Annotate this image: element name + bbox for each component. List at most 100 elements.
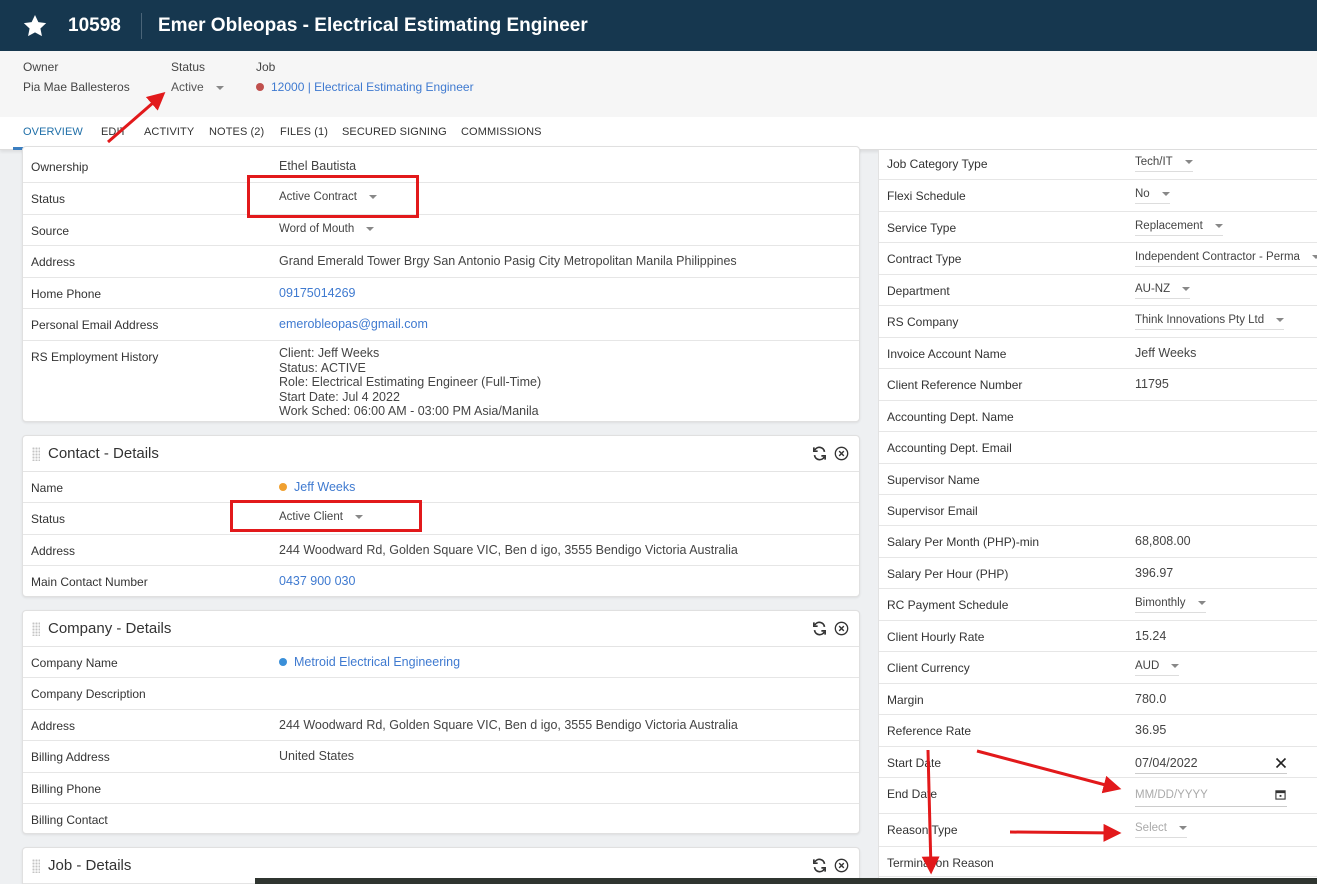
calendar-icon[interactable] <box>1275 789 1286 800</box>
field-label: Company Name <box>31 656 118 670</box>
close-circle-icon[interactable] <box>834 621 849 636</box>
chevron-down-icon <box>1276 317 1285 322</box>
field-label: Margin <box>887 693 924 707</box>
star-icon[interactable] <box>22 13 48 39</box>
salary-per-hour-php-value: 396.97 <box>1135 566 1174 580</box>
panel-title: Contact - Details <box>48 445 159 462</box>
service-type-dropdown[interactable]: Replacement <box>1135 220 1223 236</box>
company-name-text: Metroid Electrical Engineering <box>294 655 461 669</box>
field-row-salary-per-month-php-min: Salary Per Month (PHP)-min 68,808.00 <box>879 526 1317 558</box>
tab-files[interactable]: FILES (1) <box>280 126 328 138</box>
chevron-down-icon <box>1197 600 1206 605</box>
reason-type-dropdown[interactable]: Select <box>1135 822 1187 838</box>
source-dropdown[interactable]: Word of Mouth <box>279 223 375 235</box>
contact-address-value: 244 Woodward Rd, Golden Square VIC, Ben … <box>279 543 738 557</box>
tab-overview[interactable]: OVERVIEW <box>23 126 83 138</box>
company-row-description: Company Description <box>23 678 859 710</box>
field-label: Salary Per Month (PHP)-min <box>887 535 1040 549</box>
field-row-job-category-type: Job Category Type Tech/IT <box>879 150 1317 180</box>
history-line: Role: Electrical Estimating Engineer (Fu… <box>279 375 542 390</box>
tab-commissions[interactable]: COMMISSIONS <box>461 126 542 138</box>
field-row-supervisor-name: Supervisor Name <box>879 464 1317 495</box>
close-circle-icon[interactable] <box>834 446 849 461</box>
chevron-down-icon <box>1171 663 1180 668</box>
status-dropdown-value: Active <box>171 80 204 94</box>
detail-row-status: Status Active Contract <box>23 183 859 215</box>
detail-row-ownership: Ownership Ethel Bautista <box>23 147 859 183</box>
drag-handle-icon[interactable] <box>32 622 40 636</box>
owner-value: Pia Mae Ballesteros <box>23 80 130 94</box>
chevron-down-icon <box>1214 223 1223 228</box>
client-currency-value: AUD <box>1135 660 1160 672</box>
panel-header: Company - Details <box>23 611 859 647</box>
contact-row-name: Name Jeff Weeks <box>23 472 859 503</box>
home-phone-link[interactable]: 09175014269 <box>279 286 355 300</box>
job-link[interactable]: 12000 | Electrical Estimating Engineer <box>256 80 474 94</box>
contract-type-dropdown[interactable]: Independent Contractor - Perma <box>1135 251 1317 267</box>
chevron-down-icon <box>1182 286 1191 291</box>
field-row-margin: Margin 780.0 <box>879 684 1317 715</box>
end-date-input[interactable]: MM/DD/YYYY <box>1135 789 1208 801</box>
rc-payment-schedule-value: Bimonthly <box>1135 597 1186 609</box>
client-reference-number-value: 11795 <box>1135 377 1169 391</box>
refresh-icon[interactable] <box>812 621 827 636</box>
field-label: Flexi Schedule <box>887 189 966 203</box>
field-row-reason-type: Reason Type Select <box>879 814 1317 847</box>
tab-edit[interactable]: EDIT <box>101 126 126 138</box>
panel-header: Contact - Details <box>23 436 859 472</box>
chevron-down-icon <box>1311 254 1317 259</box>
refresh-icon[interactable] <box>812 446 827 461</box>
job-placement-fields-panel: Job Category Type Tech/IT Flexi Schedule No… <box>878 150 1317 884</box>
clear-date-icon[interactable] <box>1275 757 1287 769</box>
drag-handle-icon[interactable] <box>32 859 40 873</box>
field-label: Source <box>31 224 70 238</box>
rc-payment-schedule-dropdown[interactable]: Bimonthly <box>1135 597 1206 613</box>
close-circle-icon[interactable] <box>834 858 849 873</box>
margin-value: 780.0 <box>1135 692 1167 706</box>
field-label: RS Employment History <box>31 350 159 364</box>
tab-secured-signing[interactable]: SECURED SIGNING <box>342 126 447 138</box>
detail-row-source: Source Word of Mouth <box>23 215 859 246</box>
field-row-rc-payment-schedule: RC Payment Schedule Bimonthly <box>879 589 1317 621</box>
email-link[interactable]: emerobleopas@gmail.com <box>279 317 428 331</box>
job-category-type-dropdown[interactable]: Tech/IT <box>1135 156 1193 172</box>
employment-history-value: Client: Jeff Weeks Status: ACTIVE Role: … <box>279 346 541 419</box>
field-label: Job Category Type <box>887 157 988 171</box>
drag-handle-icon[interactable] <box>32 447 40 461</box>
client-currency-dropdown[interactable]: AUD <box>1135 660 1180 676</box>
field-label: Name <box>31 481 64 495</box>
field-label: Client Hourly Rate <box>887 630 985 644</box>
field-label: Address <box>31 544 76 558</box>
job-status-dot <box>256 82 264 91</box>
field-row-supervisor-email: Supervisor Email <box>879 495 1317 526</box>
field-label: Accounting Dept. Name <box>887 410 1014 424</box>
refresh-icon[interactable] <box>812 858 827 873</box>
start-date-input[interactable]: 07/04/2022 <box>1135 756 1198 770</box>
input-underline <box>1135 806 1287 807</box>
history-line: Work Sched: 06:00 AM - 03:00 PM Asia/Man… <box>279 404 539 419</box>
tab-notes[interactable]: NOTES (2) <box>209 126 264 138</box>
header-divider <box>141 13 142 39</box>
detail-row-home-phone: Home Phone 09175014269 <box>23 278 859 309</box>
field-label: Billing Address <box>31 750 110 764</box>
record-id: 10598 <box>68 15 121 36</box>
field-label: Client Reference Number <box>887 378 1023 392</box>
main-contact-number-link[interactable]: 0437 900 030 <box>279 574 355 588</box>
history-line: Client: Jeff Weeks <box>279 346 380 360</box>
department-dropdown[interactable]: AU-NZ <box>1135 283 1191 299</box>
field-label: Status <box>31 192 66 206</box>
flexi-schedule-dropdown[interactable]: No <box>1135 188 1170 204</box>
reference-rate-value: 36.95 <box>1135 723 1167 737</box>
field-row-termination-reason: Termination Reason <box>879 847 1317 877</box>
field-label: Billing Phone <box>31 782 102 796</box>
field-row-accounting-dept-email: Accounting Dept. Email <box>879 432 1317 464</box>
source-value: Word of Mouth <box>279 223 355 235</box>
owner-label: Owner <box>23 60 59 74</box>
tab-activity[interactable]: ACTIVITY <box>144 126 194 138</box>
department-value: AU-NZ <box>1135 283 1171 295</box>
rs-company-dropdown[interactable]: Think Innovations Pty Ltd <box>1135 314 1285 330</box>
company-name-link[interactable]: Metroid Electrical Engineering <box>279 655 460 669</box>
field-label: Main Contact Number <box>31 575 148 589</box>
status-dropdown[interactable]: Active <box>171 80 224 94</box>
contact-name-link[interactable]: Jeff Weeks <box>279 480 355 494</box>
